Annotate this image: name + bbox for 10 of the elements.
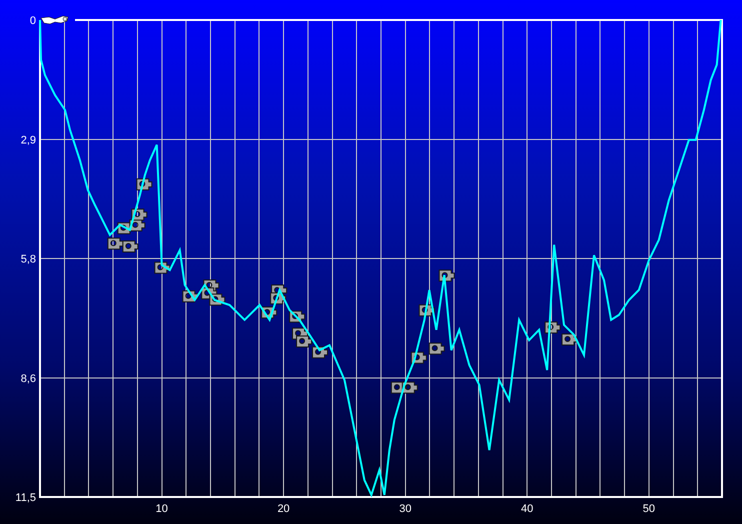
axis-label: 10 bbox=[156, 503, 168, 515]
axis-label: 40 bbox=[521, 503, 534, 515]
axis-label: 11,5 bbox=[15, 492, 36, 504]
axis-label: 0 bbox=[30, 15, 36, 27]
axis-label: 50 bbox=[642, 503, 656, 515]
axis-label: 30 bbox=[399, 503, 412, 515]
axis-label: 5,8 bbox=[20, 254, 36, 266]
axis-label: 2,9 bbox=[20, 134, 36, 146]
axis-label: 8,6 bbox=[20, 372, 36, 385]
axis-label: 20 bbox=[277, 503, 290, 515]
